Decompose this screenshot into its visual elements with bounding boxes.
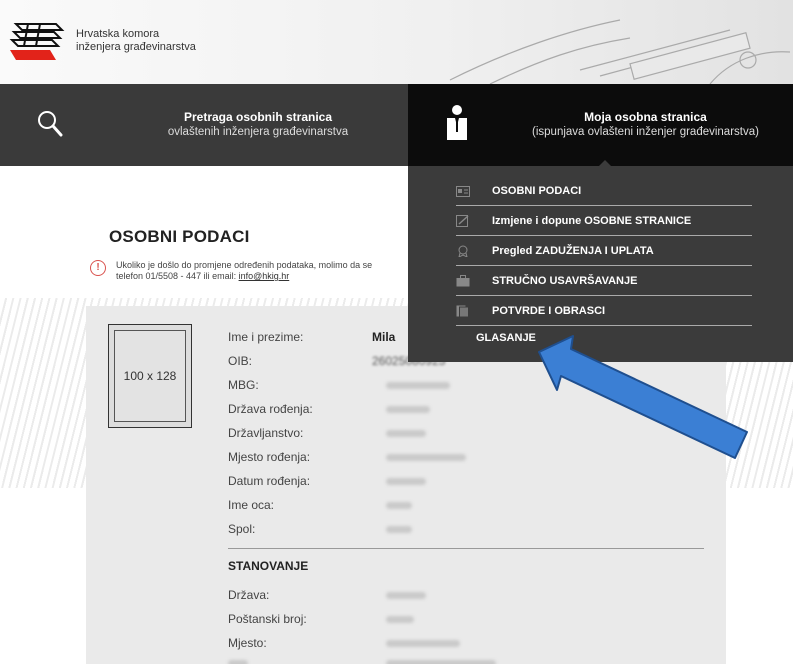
edit-icon (456, 215, 469, 227)
menu-item-label: Izmjene i dopune OSOBNE STRANICE (492, 214, 692, 227)
logo-icon[interactable] (8, 20, 66, 62)
org-name: Hrvatska komora inženjera građevinarstva (76, 28, 196, 54)
notice-email-link[interactable]: info@hkig.hr (239, 271, 290, 281)
site-header: Hrvatska komora inženjera građevinarstva (0, 0, 793, 84)
blurred-value (386, 454, 466, 461)
section-title-residence: STANOVANJE (228, 559, 309, 573)
blurred-value (386, 616, 414, 623)
blurred-value (386, 640, 460, 647)
section-divider (228, 548, 704, 549)
blurred-value (386, 660, 496, 664)
blurred-value (386, 526, 412, 533)
field-label-country: Država: (228, 588, 270, 602)
page-title: OSOBNI PODACI (109, 227, 250, 246)
nav-search-profiles[interactable]: Pretraga osobnih stranica ovlaštenih inž… (0, 84, 408, 166)
blurred-value (386, 406, 430, 413)
badge-icon (458, 245, 468, 257)
menu-item-label: STRUČNO USAVRŠAVANJE (492, 274, 638, 287)
field-label-sex: Spol: (228, 522, 256, 536)
menu-item-edit-page[interactable]: Izmjene i dopune OSOBNE STRANICE (456, 206, 752, 236)
id-card-icon (456, 186, 470, 197)
field-label-birth-date: Datum rođenja: (228, 474, 311, 488)
field-label-mbg: MBG: (228, 378, 259, 392)
profile-photo: 100 x 128 (108, 324, 192, 428)
field-label-name: Ime i prezime: (228, 330, 304, 344)
search-icon (38, 111, 63, 137)
menu-item-charges-payments[interactable]: Pregled ZADUŽENJA I UPLATA (456, 236, 752, 266)
nav-search-subtitle: ovlaštenih inženjera građevinarstva (167, 126, 349, 138)
blurred-value (386, 430, 426, 437)
field-label-father-name: Ime oca: (228, 498, 275, 512)
blurred-value (386, 382, 450, 389)
menu-item-label: POTVRDE I OBRASCI (492, 304, 606, 317)
blurred-label (228, 660, 248, 664)
notice-line1: Ukoliko je došlo do promjene određenih p… (116, 260, 373, 270)
person-icon (447, 105, 467, 140)
blurred-value (386, 478, 426, 485)
menu-item-voting[interactable]: GLASANJE (476, 332, 536, 344)
nav-search-title: Pretraga osobnih stranica (183, 110, 333, 124)
field-label-oib: OIB: (228, 354, 253, 368)
header-sketch-decoration (449, 19, 791, 84)
org-name-line2: inženjera građevinarstva (76, 41, 196, 53)
blurred-value (386, 592, 426, 599)
menu-item-label: Pregled ZADUŽENJA I UPLATA (492, 244, 654, 257)
field-label-city: Mjesto: (228, 636, 267, 650)
nav-my-profile[interactable]: Moja osobna stranica (ispunjava ovlašten… (408, 84, 793, 169)
blurred-value (386, 502, 412, 509)
field-value-name: Mila (372, 330, 396, 344)
my-profile-dropdown: OSOBNI PODACI Izmjene i dopune OSOBNE ST… (408, 166, 793, 362)
menu-item-label: OSOBNI PODACI (492, 184, 582, 197)
nav-my-profile-title: Moja osobna stranica (584, 110, 707, 124)
field-label-postal-code: Poštanski broj: (228, 612, 307, 626)
notice-line2: telefon 01/5508 - 447 ili email: info@hk… (116, 271, 289, 281)
photo-placeholder: 100 x 128 (114, 330, 186, 422)
field-label-birth-place: Mjesto rođenja: (228, 450, 311, 464)
main-nav: Pretraga osobnih stranica ovlaštenih inž… (0, 84, 793, 169)
field-label-birth-country: Država rođenja: (228, 402, 313, 416)
documents-icon (456, 305, 469, 317)
menu-item-professional-training[interactable]: STRUČNO USAVRŠAVANJE (456, 266, 752, 296)
field-label-citizenship: Državljanstvo: (228, 426, 304, 440)
notice-phone-text: telefon 01/5508 - 447 ili email: (116, 271, 239, 281)
briefcase-icon (456, 275, 470, 287)
menu-item-personal-data[interactable]: OSOBNI PODACI (456, 176, 752, 206)
org-name-line1: Hrvatska komora (76, 28, 160, 40)
nav-my-profile-subtitle: (ispunjava ovlašteni inženjer građevinar… (532, 126, 759, 138)
menu-item-certificates-forms[interactable]: POTVRDE I OBRASCI (456, 296, 752, 326)
warning-icon: ! (90, 260, 106, 276)
